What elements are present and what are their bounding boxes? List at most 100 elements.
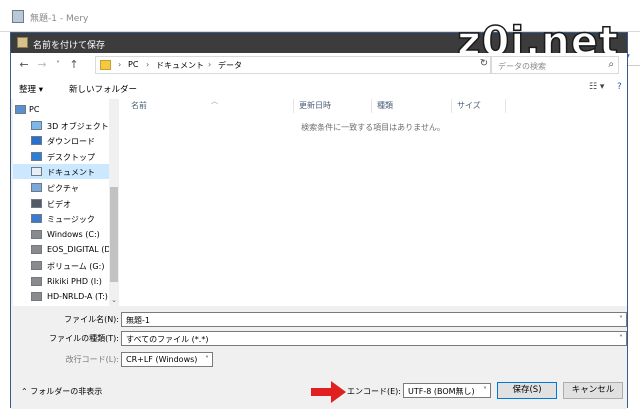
navpane-item-label: HD-NRLD-A (T:) [47, 292, 108, 302]
view-options-button[interactable]: ☷ ▾ [589, 82, 617, 94]
encoding-value: UTF-8 (BOM無し) [408, 387, 475, 396]
search-placeholder: データの検索 [498, 62, 546, 71]
save-as-dialog: 名前を付けて保存 z0i.net ← → ˅ ↑ › PC › ドキュメント ›… [10, 18, 628, 409]
command-toolbar: 整理 ▾ 新しいフォルダー ☷ ▾ ? [11, 77, 627, 99]
dialog-app-icon [17, 37, 28, 48]
filetype-value: すべてのファイル (*.*) [126, 335, 209, 344]
empty-message: 検索条件に一致する項目はありません。 [301, 123, 445, 132]
download-icon [31, 136, 42, 146]
sort-ascending-icon: ︿ [211, 97, 218, 105]
column-size[interactable]: サイズ [457, 100, 481, 111]
videos-icon [31, 198, 42, 208]
column-modified[interactable]: 更新日時 [299, 100, 331, 111]
column-divider[interactable] [371, 99, 372, 113]
chevron-down-icon[interactable]: ˅ [205, 355, 209, 364]
scroll-down-icon[interactable]: ⌄ [110, 296, 118, 306]
navpane-item[interactable]: Windows (C:) [13, 227, 109, 242]
navpane-item-label: EOS_DIGITAL (D: [47, 245, 114, 255]
mery-app-icon [12, 10, 24, 23]
cancel-button[interactable]: キャンセル [563, 382, 623, 399]
save-form: ファイル名(N): 無題-1 ˅ ファイルの種類(T): すべてのファイル (*… [11, 306, 627, 409]
navpane-item[interactable]: ピクチャ [13, 180, 109, 195]
newline-select[interactable]: CR+LF (Windows) ˅ [121, 352, 213, 367]
navpane-item-label: ミュージック [47, 215, 95, 225]
pc-icon [15, 105, 26, 114]
drive-icon [31, 292, 42, 302]
outer-window-title: 無題-1 - Mery [30, 14, 89, 24]
filetype-select[interactable]: すべてのファイル (*.*) ˅ [121, 331, 627, 346]
up-arrow-icon[interactable]: ↑ [67, 58, 81, 72]
navpane-item-label: ドキュメント [47, 168, 95, 178]
breadcrumb-documents[interactable]: ドキュメント [156, 60, 204, 71]
3d-objects-icon [31, 120, 42, 130]
filename-input[interactable]: 無題-1 ˅ [121, 312, 627, 327]
folder-icon [100, 60, 111, 70]
navpane-item-label: デスクトップ [47, 152, 95, 162]
drive-icon [31, 261, 42, 270]
pictures-icon [31, 183, 42, 192]
drive-icon [31, 276, 42, 286]
chevron-right-icon: › [208, 60, 212, 69]
chevron-right-icon: › [146, 60, 150, 69]
address-bar[interactable]: › PC › ドキュメント › データ ˅ [95, 56, 491, 74]
navpane-item[interactable]: ダウンロード [13, 133, 109, 148]
navpane-item[interactable]: ミュージック [13, 211, 109, 226]
chevron-down-icon[interactable]: ˅ [619, 315, 623, 324]
navpane-item-label: ビデオ [47, 199, 71, 209]
chevron-down-icon[interactable]: ˅ [619, 334, 623, 343]
navpane-item[interactable]: ドキュメント [13, 164, 109, 180]
desktop-icon [31, 151, 42, 161]
breadcrumb-data[interactable]: データ [218, 60, 242, 71]
chevron-down-icon[interactable]: ˅ [483, 386, 487, 395]
navpane-item[interactable]: デスクトップ [13, 149, 109, 164]
column-divider[interactable] [293, 99, 294, 113]
hide-folders-label: フォルダーの非表示 [30, 387, 103, 396]
chevron-right-icon: › [118, 60, 122, 69]
navpane-item[interactable]: ビデオ [13, 196, 109, 211]
column-name[interactable]: 名前 [131, 100, 147, 111]
encoding-select[interactable]: UTF-8 (BOM無し) ˅ [403, 383, 491, 398]
navpane-item[interactable]: Rikiki PHD (I:) [13, 274, 109, 289]
newline-label: 改行コード(L): [65, 355, 119, 364]
organize-button[interactable]: 整理 ▾ [19, 83, 43, 95]
drive-icon [31, 229, 42, 239]
scrollbar-thumb[interactable] [110, 187, 118, 282]
navpane-item-label: ボリューム (G:) [47, 262, 105, 271]
drive-icon [31, 245, 42, 255]
dialog-titlebar[interactable]: 名前を付けて保存 z0i.net [11, 18, 627, 66]
navpane-item-label: 3D オブジェクト [47, 121, 109, 131]
music-icon [31, 214, 42, 224]
documents-icon [31, 167, 42, 177]
navpane-item[interactable]: 3D オブジェクト [13, 118, 109, 133]
refresh-icon[interactable]: ↻ [477, 58, 491, 72]
column-type[interactable]: 種類 [377, 100, 393, 111]
back-arrow-icon[interactable]: ← [17, 58, 31, 72]
hide-folders-toggle[interactable]: ⌃ フォルダーの非表示 [21, 386, 102, 397]
column-divider[interactable] [451, 99, 452, 113]
navpane-item-label: Windows (C:) [47, 229, 100, 239]
search-box[interactable]: データの検索 ⌕ [491, 56, 619, 74]
navpane-item-label: ピクチャ [47, 184, 79, 193]
navpane-item-label: Rikiki PHD (I:) [47, 276, 102, 286]
navpane-item[interactable]: EOS_DIGITAL (D: [13, 242, 113, 257]
save-button[interactable]: 保存(S) [497, 382, 557, 399]
column-divider[interactable] [505, 99, 506, 113]
navigation-pane: HD-NRLD-A (T:) Rikiki PHD (I:) ボリューム (G:) E… [13, 99, 119, 306]
chevron-up-icon: ⌃ [21, 387, 31, 396]
navpane-scrollbar[interactable]: ⌄ [109, 99, 119, 306]
recent-locations-icon[interactable]: ˅ [51, 58, 65, 72]
search-icon[interactable]: ⌕ [608, 59, 614, 70]
dialog-title: 名前を付けて保存 [33, 41, 106, 51]
navpane-item[interactable]: ボリューム (G:) [13, 258, 109, 273]
breadcrumb-pc[interactable]: PC [128, 60, 138, 69]
help-icon[interactable]: ? [617, 82, 627, 94]
forward-arrow-icon[interactable]: → [35, 58, 49, 72]
navpane-item-label: ダウンロード [47, 137, 95, 147]
navpane-item[interactable]: PC [13, 102, 109, 117]
file-list[interactable]: ︿ 名前 更新日時 種類 サイズ 検索条件に一致する項目はありません。 [119, 97, 627, 306]
navpane-item-label: PC [29, 105, 40, 114]
navpane-item[interactable]: HD-NRLD-A (T:) [13, 289, 109, 304]
filetype-label: ファイルの種類(T): [49, 334, 119, 343]
filename-value: 無題-1 [126, 316, 150, 325]
new-folder-button[interactable]: 新しいフォルダー [69, 83, 137, 95]
